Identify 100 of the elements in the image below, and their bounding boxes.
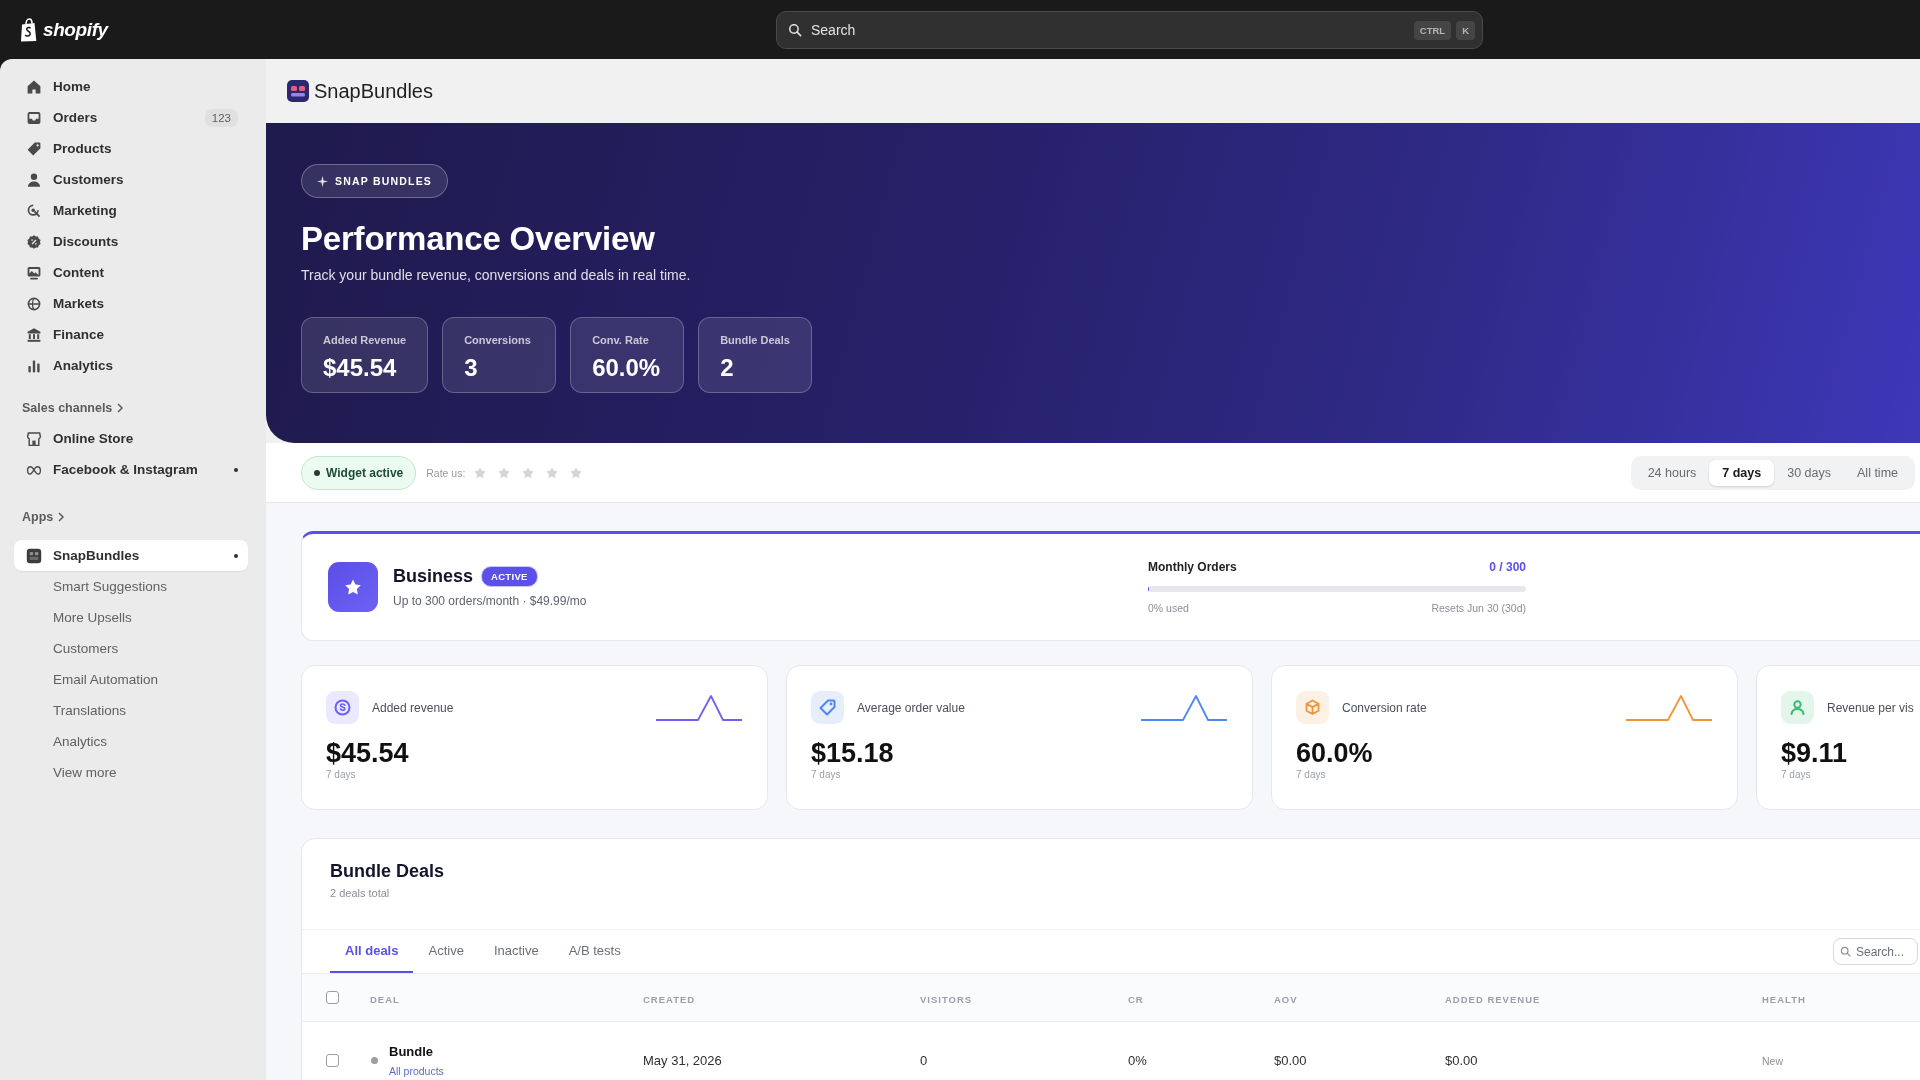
tag-icon xyxy=(811,691,844,724)
metric-label: Conversion rate xyxy=(1342,700,1427,715)
filter-tab[interactable]: Inactive xyxy=(478,930,554,973)
metric-value: 60.0% xyxy=(1296,737,1373,769)
nav-item[interactable]: Marketing xyxy=(14,195,248,226)
stat-value: $45.54 xyxy=(323,353,398,383)
rating-label: Rate us: xyxy=(426,466,466,479)
deal-name: Bundle xyxy=(389,1043,434,1059)
reset-date: Resets Jun 30 (30d) xyxy=(1431,602,1526,614)
column-header: AOV xyxy=(1274,993,1298,1005)
metric-period: 7 days xyxy=(1296,769,1326,781)
nav-item[interactable]: Online Store xyxy=(14,423,248,454)
nav-item[interactable]: Facebook & Instagram xyxy=(14,454,248,485)
table-cell: 0 xyxy=(920,1053,928,1068)
nav-item[interactable]: Finance xyxy=(14,319,248,350)
metric-value: $15.18 xyxy=(811,737,894,769)
metric-value: $9.11 xyxy=(1781,737,1848,769)
filter-tab[interactable]: A/B tests xyxy=(553,930,636,973)
column-header: VISITORS xyxy=(920,993,973,1005)
usage-reading: 0 / 300 xyxy=(1489,560,1526,574)
shopping-bag-icon xyxy=(19,17,39,42)
status-dot-icon xyxy=(314,469,320,476)
subnav-item[interactable]: View more xyxy=(14,757,117,788)
nav-item[interactable]: Discounts xyxy=(14,226,248,257)
cube-icon xyxy=(1296,691,1329,724)
plan-name: Business xyxy=(393,566,474,587)
metric-period: 7 days xyxy=(811,769,841,781)
bar-chart-icon xyxy=(26,357,42,374)
stat-label: Conversions xyxy=(464,333,532,347)
range-tab[interactable]: 30 days xyxy=(1774,459,1844,486)
app-logo-icon xyxy=(287,80,309,102)
count-badge: 123 xyxy=(204,108,238,127)
nav-item[interactable]: Content xyxy=(14,257,248,288)
nav-item[interactable]: Products xyxy=(14,133,248,164)
table-cell: New xyxy=(1762,1055,1783,1067)
checkbox[interactable] xyxy=(326,1053,339,1067)
status-badge: ACTIVE xyxy=(481,566,538,587)
column-header: HEALTH xyxy=(1762,993,1806,1005)
section-title: Bundle Deals xyxy=(330,860,445,882)
dollar-coin-icon xyxy=(326,691,359,724)
range-tab[interactable]: 24 hours xyxy=(1634,459,1710,486)
monitor-icon xyxy=(26,264,42,281)
inbox-icon xyxy=(26,109,42,126)
usage-label: Monthly Orders xyxy=(1148,560,1237,574)
home-icon xyxy=(26,78,42,95)
metric-value: $45.54 xyxy=(326,737,409,769)
column-header: DEAL xyxy=(370,993,400,1005)
range-tab[interactable]: 7 days xyxy=(1709,459,1775,486)
globe-icon xyxy=(26,295,42,312)
metric-period: 7 days xyxy=(326,769,356,781)
hero-subtitle: Track your bundle revenue, conversions and deals in real time. xyxy=(301,266,691,284)
nav-item[interactable]: SnapBundles xyxy=(14,540,248,571)
table-cell: May 31, 2026 xyxy=(643,1053,722,1068)
person-icon xyxy=(1781,691,1814,724)
search-icon xyxy=(788,22,802,37)
target-icon xyxy=(26,202,42,219)
subnav-item[interactable]: Translations xyxy=(14,695,127,726)
subnav-item[interactable]: Customers xyxy=(14,633,119,664)
logo-wordmark: shopify xyxy=(43,18,108,41)
range-tab[interactable]: All time xyxy=(1844,459,1911,486)
nav-item[interactable]: Analytics xyxy=(14,350,248,381)
sparkle-icon xyxy=(317,175,328,187)
nav-item[interactable]: Home xyxy=(14,71,248,102)
subnav-item[interactable]: Smart Suggestions xyxy=(14,571,168,602)
usage-percent: 0% used xyxy=(1148,602,1189,614)
column-header: CR xyxy=(1128,993,1144,1005)
section-heading[interactable]: Apps xyxy=(14,501,66,532)
table-cell: $0.00 xyxy=(1445,1053,1478,1068)
person-icon xyxy=(26,171,42,188)
app-title: SnapBundles xyxy=(314,79,433,103)
nav-item[interactable]: Markets xyxy=(14,288,248,319)
star-icon xyxy=(473,465,488,480)
checkbox[interactable] xyxy=(326,991,339,1004)
section-heading[interactable]: Sales channels xyxy=(14,392,125,423)
status-label: Widget active xyxy=(326,465,404,480)
nav-item[interactable]: Customers xyxy=(14,164,248,195)
metric-label: Added revenue xyxy=(372,700,454,715)
nav-item[interactable]: Orders 123 xyxy=(14,102,248,133)
subnav-item[interactable]: Email Automation xyxy=(14,664,159,695)
stat-label: Conv. Rate xyxy=(592,333,650,347)
section-subtitle: 2 deals total xyxy=(330,887,390,899)
star-rating[interactable] xyxy=(473,465,584,480)
page-title: Performance Overview xyxy=(301,220,655,258)
metric-label: Revenue per vis xyxy=(1827,700,1914,715)
bank-icon xyxy=(26,326,42,343)
stat-label: Added Revenue xyxy=(323,333,407,347)
stat-value: 60.0% xyxy=(592,353,662,383)
subnav-item[interactable]: More Upsells xyxy=(14,602,132,633)
storefront-icon xyxy=(26,430,42,447)
stat-value: 3 xyxy=(464,353,479,383)
chevron-right-icon xyxy=(57,511,66,522)
filter-tab[interactable]: Active xyxy=(413,930,479,973)
star-icon xyxy=(497,465,512,480)
subnav-item[interactable]: Analytics xyxy=(14,726,108,757)
star-icon xyxy=(545,465,560,480)
star-icon xyxy=(569,465,584,480)
app-tile-icon xyxy=(26,547,42,564)
column-header: CREATED xyxy=(643,993,696,1005)
table-cell: 0% xyxy=(1128,1053,1147,1068)
star-icon xyxy=(521,465,536,480)
